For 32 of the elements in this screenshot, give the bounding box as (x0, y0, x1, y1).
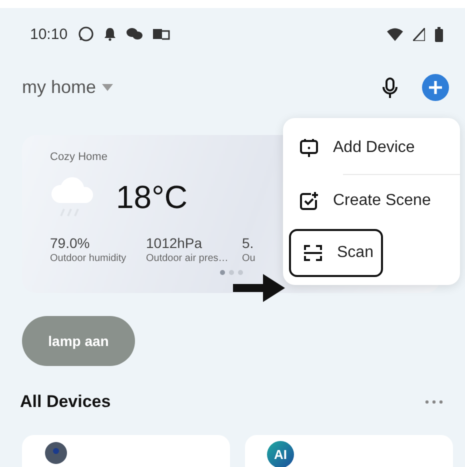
notification-icon (152, 28, 170, 40)
page-dot[interactable] (228, 270, 234, 275)
stat-label: Ou (242, 253, 256, 264)
status-time: 10:10 (30, 26, 68, 42)
stat-value: 1012hPa (146, 235, 204, 251)
chat-icon (126, 27, 143, 41)
battery-icon (435, 26, 443, 42)
section-title: All Devices (20, 392, 111, 412)
stat-label: Outdoor humidity (50, 253, 128, 264)
menu-item[interactable]: Scan (287, 227, 386, 279)
add-icon[interactable] (422, 74, 449, 101)
ai-logo: AI (267, 441, 294, 467)
microphone-icon[interactable] (382, 76, 398, 98)
device-frame-icon (299, 138, 319, 158)
page-dot[interactable] (220, 270, 224, 275)
scene-add-icon (299, 191, 319, 211)
page-dot[interactable] (238, 270, 242, 275)
scan-icon (303, 243, 323, 263)
caret-icon (102, 84, 114, 91)
home-selector[interactable]: my home (22, 77, 114, 98)
temperature: 18°C (116, 178, 188, 216)
device-card[interactable]: AI (245, 435, 453, 467)
bell-icon (104, 27, 116, 41)
wifi-icon (387, 28, 403, 40)
pointer-arrow (233, 274, 285, 302)
more-icon[interactable] (425, 400, 443, 404)
stat-value: 79.0% (50, 235, 91, 251)
signal-icon (413, 28, 425, 40)
home-label: Cozy Home (50, 151, 108, 163)
stat-label: Outdoor air pres… (146, 253, 230, 264)
stat-value: 5. (242, 235, 255, 251)
camera-icon (44, 441, 68, 467)
